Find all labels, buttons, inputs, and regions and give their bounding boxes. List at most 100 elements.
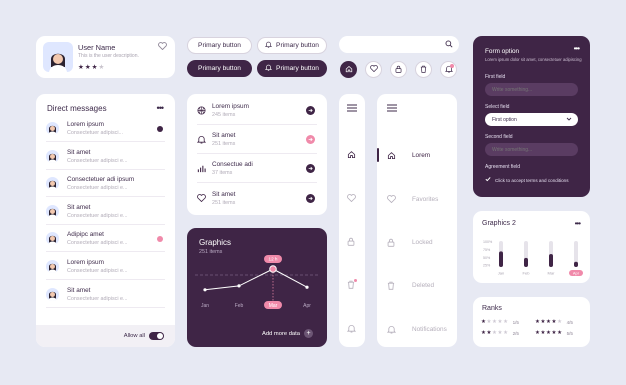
heart-icon[interactable] bbox=[158, 42, 167, 52]
lock-icon[interactable] bbox=[347, 237, 355, 246]
lock-icon bbox=[395, 65, 402, 75]
message-preview: Consectetuer adipisci e... bbox=[67, 268, 128, 274]
home-icon-button[interactable] bbox=[340, 61, 357, 78]
bell-icon-button[interactable] bbox=[440, 61, 457, 78]
unread-badge bbox=[157, 125, 163, 132]
list-item-subtitle: 37 items bbox=[212, 170, 233, 176]
message-text: Sit amet Consectetuer adipisci e... bbox=[67, 149, 128, 164]
form-subtitle: Lorem ipsum dolor sit amet, consectetuer… bbox=[485, 57, 582, 62]
x-tick-label: Feb bbox=[523, 271, 531, 276]
first-field-input[interactable] bbox=[485, 83, 578, 96]
message-preview: Consectetuer adipisci e... bbox=[67, 185, 128, 192]
more-icon[interactable]: ••• bbox=[157, 103, 165, 113]
list-item-text: Lorem ipsum 245 items bbox=[212, 103, 249, 118]
primary-button-filled-bell[interactable]: Primary button bbox=[257, 60, 327, 77]
message-item[interactable]: Lorem ipsum Consectetuer adipisci... bbox=[46, 116, 165, 142]
agreement-checkbox[interactable]: Click to accept terms and conditions bbox=[485, 176, 569, 184]
add-more-data-button[interactable]: Add more data + bbox=[262, 329, 313, 338]
bell-icon[interactable] bbox=[347, 324, 356, 333]
allow-all-toggle[interactable] bbox=[149, 332, 164, 340]
profile-name: User Name bbox=[78, 43, 116, 52]
home-icon[interactable] bbox=[347, 150, 356, 159]
menu-icon[interactable] bbox=[387, 104, 397, 114]
unread-badge bbox=[157, 235, 163, 242]
select-field[interactable]: First option bbox=[485, 113, 578, 126]
arrow-right-icon[interactable] bbox=[306, 135, 315, 144]
star-icon: ★★★★★ bbox=[481, 319, 509, 325]
arrow-right-icon[interactable] bbox=[306, 164, 315, 173]
primary-button-outline-bell[interactable]: Primary button bbox=[257, 37, 327, 54]
more-icon[interactable]: ••• bbox=[574, 44, 580, 53]
list-item-title: Sit amet bbox=[212, 132, 236, 139]
list-item[interactable]: Consectue adi 37 items bbox=[197, 155, 317, 183]
heart-icon-button[interactable] bbox=[365, 61, 382, 78]
message-item[interactable]: Sit amet Consectetuer adipisci e... bbox=[46, 199, 165, 225]
message-text: Consectetuer adi ipsum Consectetuer adipi… bbox=[67, 176, 134, 191]
data-point[interactable] bbox=[203, 288, 207, 292]
x-tick-label: Jan bbox=[498, 271, 504, 276]
heart-icon[interactable] bbox=[347, 194, 356, 202]
list-item-title: Consectue adi bbox=[212, 161, 253, 168]
heart-icon bbox=[387, 195, 396, 203]
avatar bbox=[46, 287, 59, 301]
bar[interactable] bbox=[524, 257, 528, 267]
y-tick-label: 25% bbox=[483, 264, 491, 268]
bar-chart-icon bbox=[197, 164, 209, 173]
bar[interactable] bbox=[574, 261, 578, 267]
message-sender: Consectetuer adi ipsum bbox=[67, 176, 135, 184]
list-item-text: Consectue adi 37 items bbox=[212, 161, 253, 176]
bell-icon bbox=[387, 325, 396, 334]
bar[interactable] bbox=[499, 251, 503, 267]
message-item[interactable]: Sit amet Consectetuer adipisci e... bbox=[46, 282, 165, 308]
search-input[interactable] bbox=[347, 39, 437, 50]
data-point[interactable] bbox=[237, 284, 241, 288]
trash-icon-button[interactable] bbox=[415, 61, 432, 78]
nav-item-lorem[interactable]: Lorem bbox=[377, 148, 457, 162]
message-item[interactable]: Consectetuer adi ipsum Consectetuer adipi… bbox=[46, 171, 165, 198]
avatar bbox=[46, 204, 59, 218]
avatar bbox=[46, 122, 59, 135]
list-item[interactable]: Sit amet 251 items bbox=[197, 126, 317, 154]
arrow-right-icon[interactable] bbox=[306, 193, 315, 203]
arrow-right-icon[interactable] bbox=[306, 106, 315, 115]
message-item[interactable]: Sit amet Consectetuer adipisci e... bbox=[46, 144, 165, 170]
rank-value: 5/5 bbox=[566, 330, 573, 336]
second-field-input[interactable] bbox=[485, 143, 578, 156]
allow-all-bar: Allow all bbox=[36, 325, 175, 347]
message-preview: Consectetuer adipisci e... bbox=[67, 157, 128, 164]
message-item[interactable]: Adipipc amet Consectetuer adipisci e... bbox=[46, 226, 165, 253]
nav-item-notifications[interactable]: Notifications bbox=[377, 322, 457, 336]
list-item-subtitle: 245 items bbox=[212, 112, 236, 118]
list-item-text: Sit amet 251 items bbox=[212, 132, 235, 147]
trash-icon[interactable] bbox=[347, 279, 357, 289]
primary-button-filled[interactable]: Primary button bbox=[187, 60, 252, 77]
list-item-title: Lorem ipsum bbox=[212, 103, 249, 110]
list-item-subtitle: 251 items bbox=[212, 199, 236, 206]
star-icon: ★★★★★ bbox=[535, 319, 563, 325]
primary-button-outline[interactable]: Primary button bbox=[187, 37, 252, 54]
list-card: Lorem ipsum 245 items Sit amet 251 items Con… bbox=[187, 94, 327, 215]
nav-item-deleted[interactable]: Deleted bbox=[377, 278, 457, 292]
search-icon[interactable] bbox=[445, 40, 453, 50]
graphics-small-card: Graphics 2 ••• 100% 75% 50% 25% Jan Feb Mar Apr bbox=[473, 211, 590, 283]
check-icon bbox=[485, 176, 491, 184]
list-item[interactable]: Lorem ipsum 245 items bbox=[197, 97, 317, 125]
menu-icon[interactable] bbox=[347, 104, 357, 114]
nav-item-favorites[interactable]: Favorites bbox=[377, 192, 457, 206]
message-text: Adipipc amet Consectetuer adipisci e... bbox=[67, 231, 128, 246]
trash-icon bbox=[420, 65, 427, 75]
data-point-selected[interactable] bbox=[269, 265, 277, 273]
graphics-card: Graphics 251 items 12 h Jan Feb Mar Apr Add … bbox=[187, 228, 327, 347]
bar[interactable] bbox=[549, 254, 553, 267]
data-point[interactable] bbox=[305, 285, 309, 289]
message-preview: Consectetuer adipisci e... bbox=[67, 240, 128, 247]
lock-icon-button[interactable] bbox=[390, 61, 407, 78]
heart-icon bbox=[197, 194, 209, 202]
search-bar[interactable] bbox=[339, 36, 459, 53]
nav-item-locked[interactable]: Locked bbox=[377, 235, 457, 249]
nav-item-label: Favorites bbox=[412, 195, 439, 203]
list-item[interactable]: Sit amet 251 items bbox=[197, 184, 317, 212]
direct-messages-title: Direct messages bbox=[47, 104, 107, 113]
message-item[interactable]: Lorem ipsum Consectetuer adipisci e... bbox=[46, 254, 165, 280]
message-text: Sit amet Consectetuer adipisci e... bbox=[67, 287, 128, 302]
